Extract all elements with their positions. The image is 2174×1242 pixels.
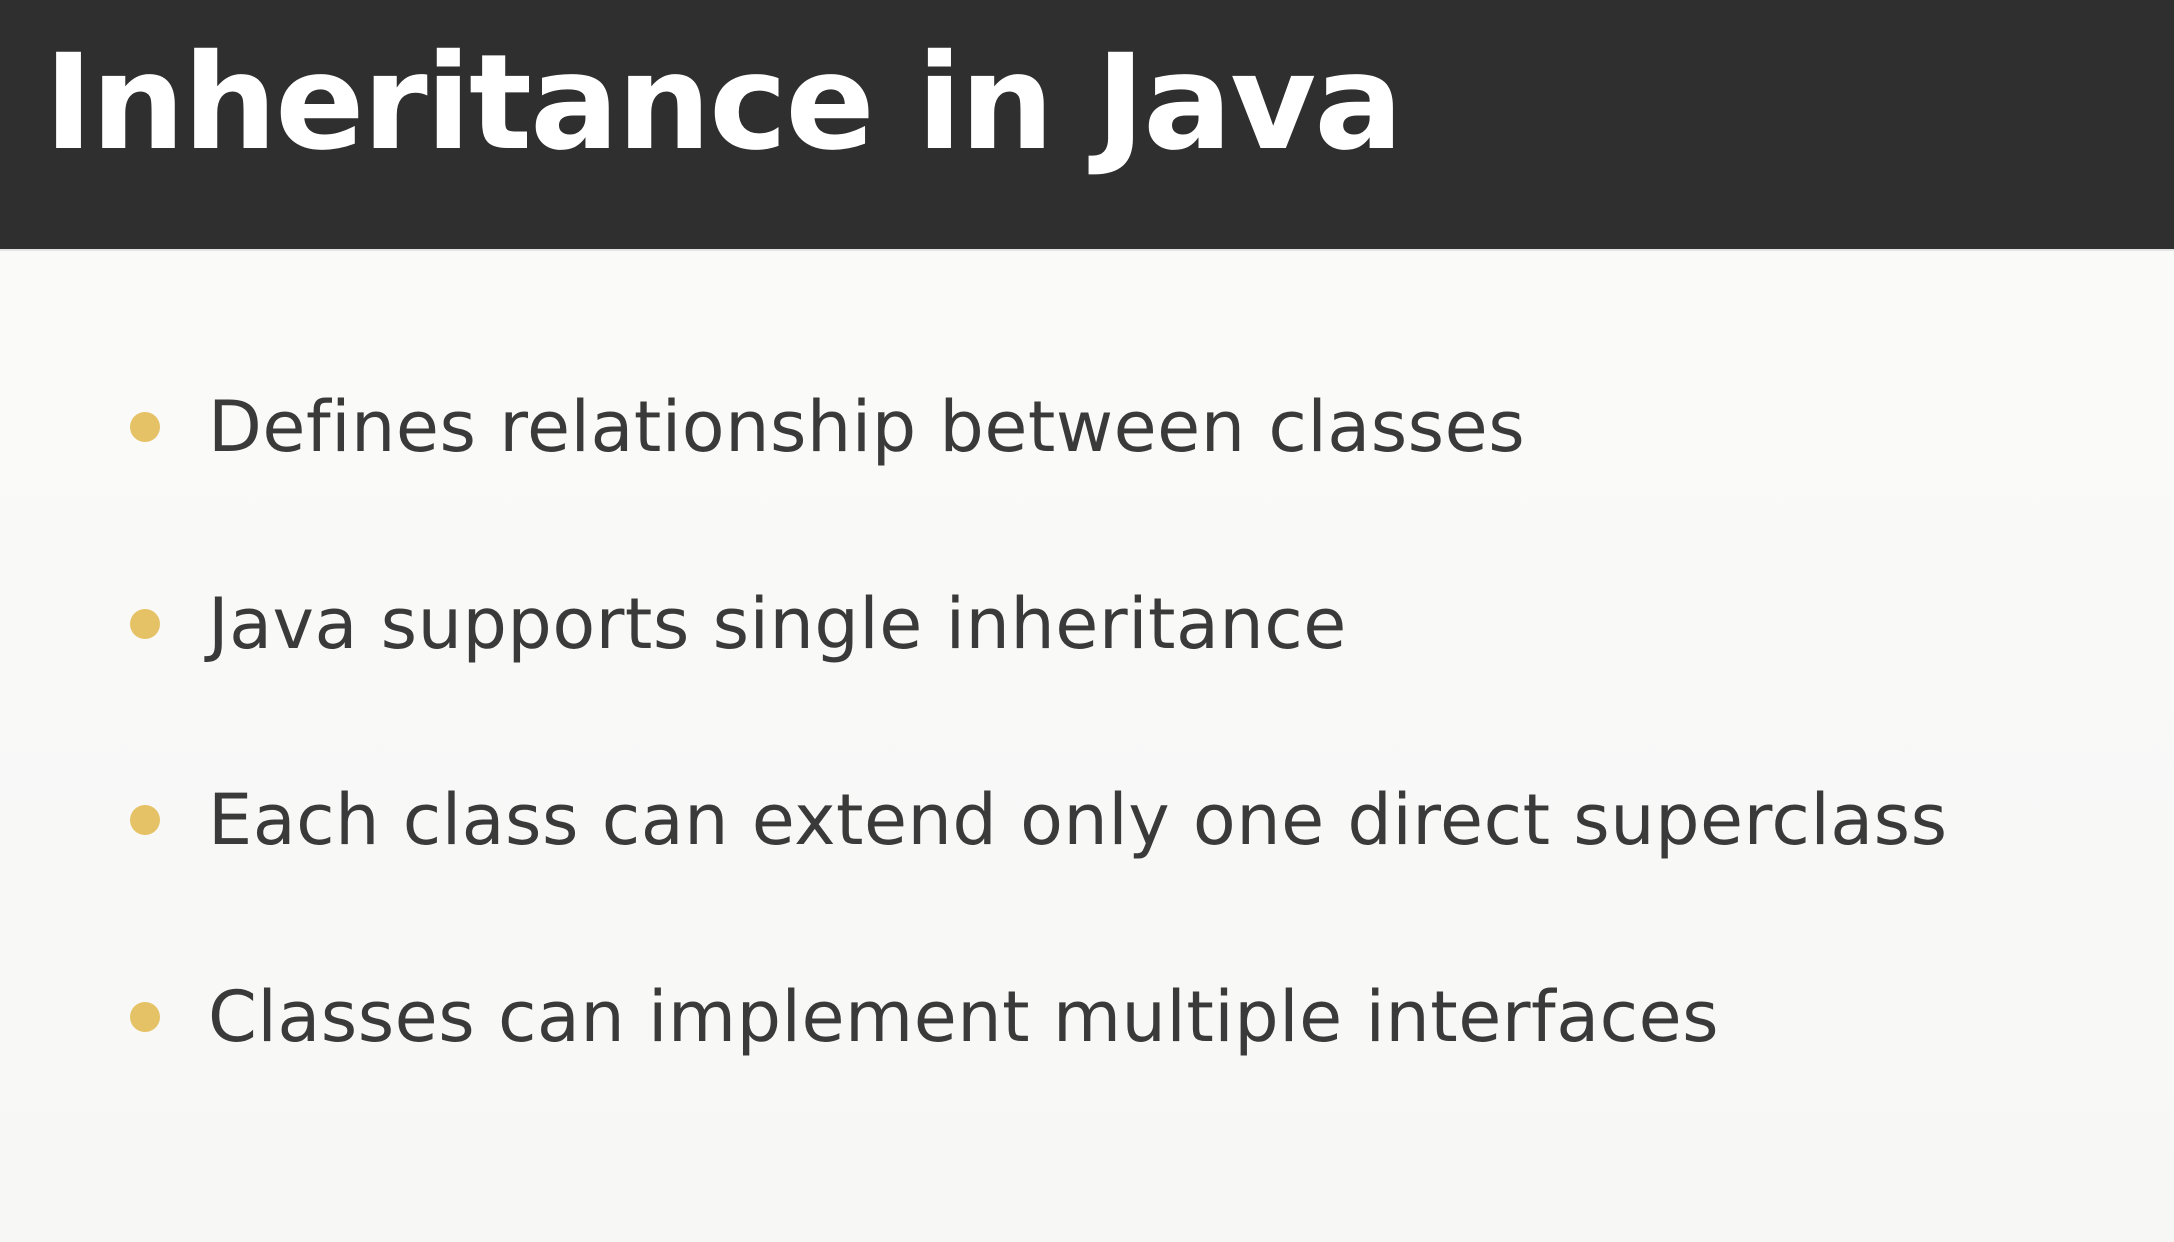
bullet-item-3: Each class can extend only one direct su…	[130, 770, 1948, 870]
bullet-item-2: Java supports single inheritance	[130, 574, 1347, 674]
bullet-item-1: Defines relationship between classes	[130, 377, 1525, 477]
bullet-text-3: Each class can extend only one direct su…	[208, 779, 1948, 861]
bullet-text-1: Defines relationship between classes	[208, 386, 1526, 468]
bullet-dot-icon	[130, 412, 160, 442]
bullet-dot-icon	[130, 609, 160, 639]
bullet-item-4: Classes can implement multiple interface…	[130, 967, 1719, 1067]
bullet-dot-icon	[130, 805, 160, 835]
bullet-dot-icon	[130, 1002, 160, 1032]
bullet-list: Defines relationship between classes Jav…	[0, 0, 2174, 1242]
bullet-text-4: Classes can implement multiple interface…	[208, 976, 1720, 1058]
presentation-slide: Inheritance in Java Defines relationship…	[0, 0, 2174, 1242]
bullet-text-2: Java supports single inheritance	[208, 583, 1347, 665]
